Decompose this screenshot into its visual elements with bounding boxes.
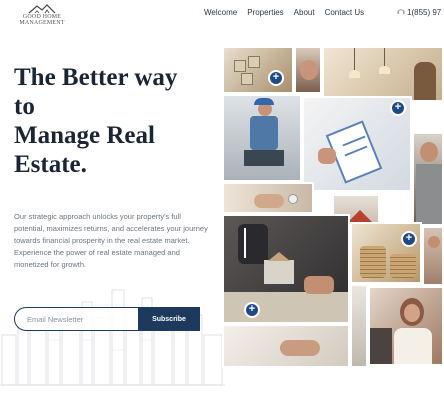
collage-photo-worker-kneeling xyxy=(222,94,302,182)
house-roof-logo-icon xyxy=(28,4,56,14)
main-nav: Welcome Properties About Contact Us xyxy=(204,8,374,17)
logo-line-2: MANAGEMENT xyxy=(19,20,65,26)
collage-photo-documents xyxy=(350,284,368,368)
nav-contact-us[interactable]: Contact Us xyxy=(325,8,365,17)
collage-plus-icon[interactable]: + xyxy=(390,100,406,116)
collage-photo-handshake-keys xyxy=(222,182,314,214)
phone-number: 1(855) 97 xyxy=(407,8,442,17)
collage-photo-woman-portrait xyxy=(294,46,322,94)
collage-photo-pen-paper xyxy=(222,324,350,368)
site-header: GOOD HOME MANAGEMENT Welcome Properties … xyxy=(0,0,444,34)
nav-properties[interactable]: Properties xyxy=(247,8,283,17)
hero-title-line: Manage Real xyxy=(14,122,155,149)
hero-title-line: The Better way xyxy=(14,64,178,91)
hero-title-line: to xyxy=(14,93,35,120)
collage-photo-woman-smiling xyxy=(368,286,444,366)
nav-about[interactable]: About xyxy=(294,8,315,17)
hero-description: Our strategic approach unlocks your prop… xyxy=(14,212,208,269)
collage-photo-lamp-interior xyxy=(322,46,444,102)
collage-plus-icon[interactable]: + xyxy=(268,70,284,86)
collage-plus-icon[interactable]: + xyxy=(244,302,260,318)
collage-photo-man-right xyxy=(412,132,444,226)
company-logo[interactable]: GOOD HOME MANAGEMENT xyxy=(12,3,72,31)
nav-welcome[interactable]: Welcome xyxy=(204,8,237,17)
hero-title-line: Estate. xyxy=(14,151,87,178)
subscribe-button[interactable]: Subscribe xyxy=(138,307,200,331)
collage-photo-business-desk xyxy=(222,214,350,324)
phone-icon xyxy=(397,8,405,14)
newsletter-form: Subscribe xyxy=(14,307,200,331)
collage-plus-icon[interactable]: + xyxy=(401,231,417,247)
collage-photo-family xyxy=(422,226,444,286)
camera-icon xyxy=(288,194,298,204)
collage-photo-coin-blocks xyxy=(222,46,294,94)
photo-collage: + + + + xyxy=(222,46,444,368)
city-skyline-sketch xyxy=(0,289,225,386)
hero-title: The Better way to Manage Real Estate. xyxy=(14,63,219,179)
email-newsletter-input[interactable] xyxy=(14,307,138,331)
phone-link[interactable]: 1(855) 97 xyxy=(397,8,441,17)
